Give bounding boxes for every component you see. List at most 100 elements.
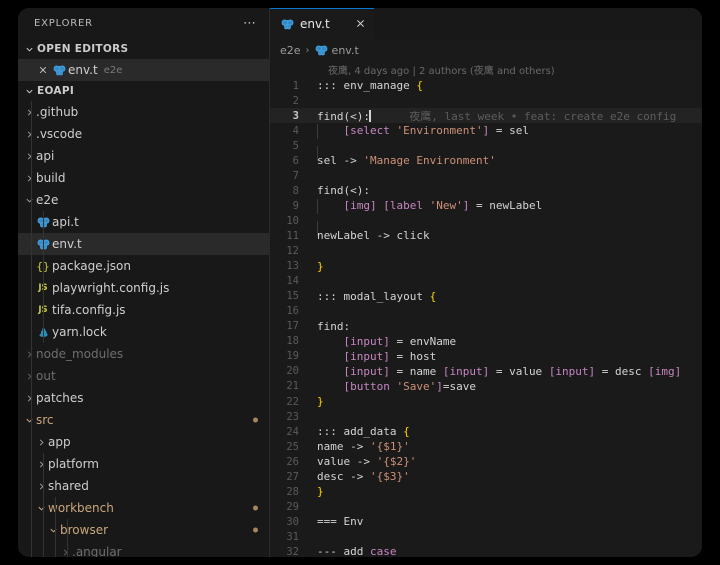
code-token: [input] xyxy=(343,364,390,378)
tree-folder-api[interactable]: api xyxy=(18,145,269,167)
tree-file-env-t[interactable]: env.t xyxy=(18,233,269,255)
line-number: 18 xyxy=(286,335,299,348)
code-line[interactable]: 27 desc -> '{$3}' xyxy=(270,469,702,484)
line-number: 19 xyxy=(286,350,299,363)
tree-folder-node-modules[interactable]: node_modules xyxy=(18,343,269,365)
tree-item-label: playwright.config.js xyxy=(52,281,170,295)
code-line[interactable]: 15::: modal_layout { xyxy=(270,289,702,304)
code-line[interactable]: 11 newLabel -> click xyxy=(270,228,702,243)
git-status-dot xyxy=(253,505,258,511)
section-open-editors[interactable]: OPEN EDITORS xyxy=(18,39,269,59)
code-token: [button xyxy=(343,379,397,393)
code-line[interactable]: 17 find: xyxy=(270,319,702,334)
code-line[interactable]: 28} xyxy=(270,484,702,499)
code-line[interactable]: 9 [img] [label 'New'] = newLabel xyxy=(270,198,702,215)
code-token: name -> xyxy=(317,440,370,454)
tree-item-label: app xyxy=(48,435,71,449)
line-number: 23 xyxy=(286,410,299,423)
breadcrumb-file[interactable]: env.t xyxy=(315,44,359,57)
tab-env-t[interactable]: env.t xyxy=(270,8,374,39)
code-line[interactable]: 24::: add_data { xyxy=(270,424,702,439)
code-line-text: [input] = name [input] = value [input] =… xyxy=(310,364,682,378)
code-line-text: ::: add_data { xyxy=(310,425,410,438)
tree-folder-e2e[interactable]: e2e xyxy=(18,189,269,211)
chevron-right-icon xyxy=(22,394,36,403)
code-line[interactable]: 7 xyxy=(270,168,702,183)
code-line[interactable]: 2 xyxy=(270,93,702,108)
code-line-text: desc -> '{$3}' xyxy=(310,470,410,483)
code-line[interactable]: 23 xyxy=(270,409,702,424)
tree-folder-out[interactable]: out xyxy=(18,365,269,387)
chevron-right-icon xyxy=(22,350,36,359)
code-line[interactable]: 3 find(<): 夜鹰, last week • feat: create e… xyxy=(270,108,702,124)
tree-folder-github[interactable]: .github xyxy=(18,101,269,123)
code-editor-content[interactable]: 1::: env_manage {2 3 find(<): 夜鹰, last wee… xyxy=(270,78,702,557)
code-line[interactable]: 30 === Env xyxy=(270,514,702,529)
tree-file-package-json[interactable]: {}package.json xyxy=(18,255,269,277)
section-project-root[interactable]: EOAPI xyxy=(18,81,269,101)
breadcrumb-folder[interactable]: e2e xyxy=(280,44,301,57)
line-number: 20 xyxy=(286,365,299,378)
code-line[interactable]: 6 sel -> 'Manage Environment' xyxy=(270,153,702,168)
ellipsis-icon[interactable]: ⋯ xyxy=(243,17,257,30)
line-number: 28 xyxy=(286,485,299,498)
tree-file-api-t[interactable]: api.t xyxy=(18,211,269,233)
open-editor-item-env-t[interactable]: env.t e2e xyxy=(18,59,269,81)
code-line[interactable]: 1::: env_manage { xyxy=(270,78,702,93)
line-number: 31 xyxy=(286,530,299,543)
code-token: ::: add_data xyxy=(317,425,404,439)
code-line[interactable]: 5 xyxy=(270,138,702,161)
code-line[interactable]: 12 xyxy=(270,244,702,259)
code-token: [select xyxy=(343,124,397,138)
tree-folder-app[interactable]: app xyxy=(18,431,269,453)
tree-folder-src[interactable]: src xyxy=(18,409,269,431)
code-token: [input] xyxy=(343,334,390,348)
code-line[interactable]: 32 --- add case xyxy=(270,544,702,557)
code-line[interactable]: 26 value -> '{$2}' xyxy=(270,454,702,469)
code-token: = newLabel xyxy=(469,199,543,213)
chevron-right-icon xyxy=(22,130,36,139)
code-line[interactable]: 4 [select 'Environment'] = sel xyxy=(270,123,702,140)
code-token: find: xyxy=(317,319,351,333)
moth-icon xyxy=(51,64,68,77)
code-token: [img] xyxy=(343,199,377,213)
tree-file-yarn-lock[interactable]: yarn.lock xyxy=(18,321,269,343)
chevron-down-icon xyxy=(22,87,37,96)
tree-folder-patches[interactable]: patches xyxy=(18,387,269,409)
code-line[interactable]: 16 xyxy=(270,304,702,319)
code-token: =save xyxy=(442,379,476,393)
section-open-editors-label: OPEN EDITORS xyxy=(37,43,129,55)
code-token: { xyxy=(429,289,437,303)
code-indent-guide xyxy=(317,199,318,215)
code-line[interactable]: 10 xyxy=(270,213,702,236)
tree-folder-build[interactable]: build xyxy=(18,167,269,189)
code-token: (<): xyxy=(343,184,371,198)
code-line[interactable]: 13} xyxy=(270,259,702,274)
code-line[interactable]: 19 [input] = host xyxy=(270,349,702,364)
chevron-down-icon xyxy=(22,45,37,54)
tree-item-label: env.t xyxy=(52,237,82,251)
tree-file-playwright-config-js[interactable]: JSplaywright.config.js xyxy=(18,277,269,299)
code-line[interactable]: 20 [input] = name [input] = value [input… xyxy=(270,364,702,379)
tree-folder-shared[interactable]: shared xyxy=(18,475,269,497)
git-status-dot xyxy=(253,417,258,423)
code-token: case xyxy=(369,545,397,557)
close-icon[interactable] xyxy=(342,17,365,31)
code-line[interactable]: 22} xyxy=(270,394,702,409)
line-number: 17 xyxy=(286,320,299,333)
code-line[interactable]: 31 xyxy=(270,529,702,544)
tree-folder-vscode[interactable]: .vscode xyxy=(18,123,269,145)
code-token: } xyxy=(317,395,324,408)
code-line[interactable]: 25 name -> '{$1}' xyxy=(270,439,702,454)
code-line[interactable]: 21 [button 'Save']=save xyxy=(270,379,702,394)
code-line[interactable]: 29 xyxy=(270,499,702,514)
tree-folder-platform[interactable]: platform xyxy=(18,453,269,475)
close-icon[interactable] xyxy=(35,66,51,74)
code-line[interactable]: 8 find(<): xyxy=(270,183,702,198)
line-number: 14 xyxy=(286,275,299,288)
code-line[interactable]: 18 [input] = envName xyxy=(270,334,702,349)
code-line[interactable]: 14 xyxy=(270,274,702,289)
line-number: 1 xyxy=(292,79,299,92)
tree-file-tifa-config-js[interactable]: JStifa.config.js xyxy=(18,299,269,321)
